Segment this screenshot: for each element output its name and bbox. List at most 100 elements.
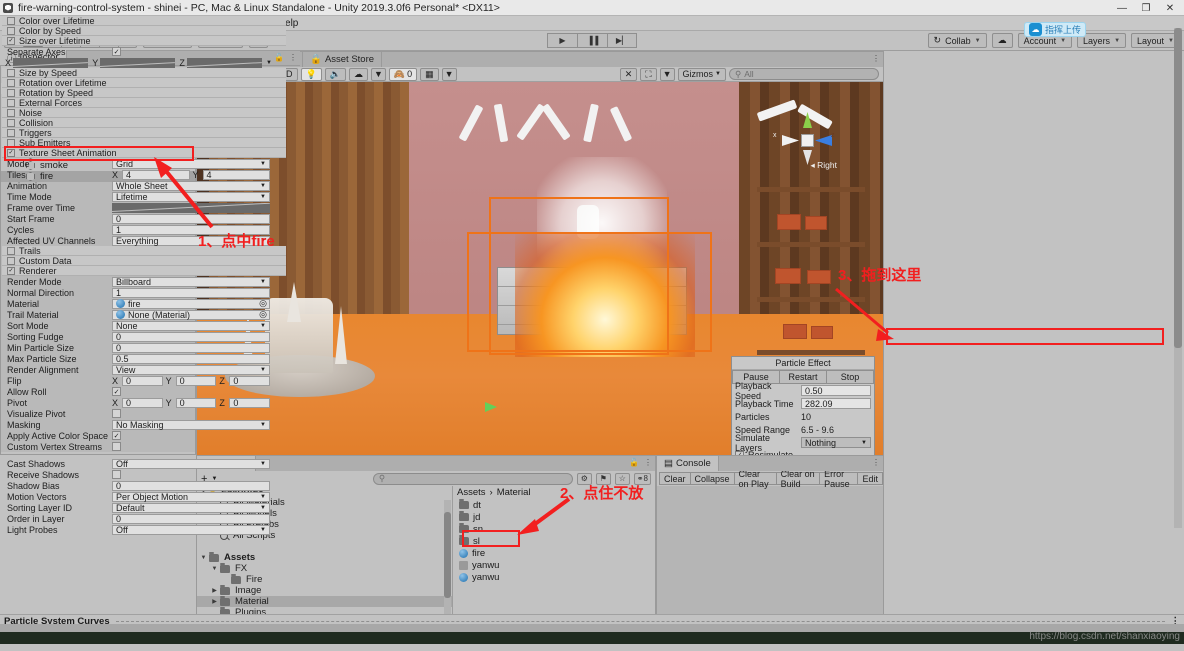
console-clear-on-build-button[interactable]: Clear on Build [776, 472, 820, 485]
property-checkbox[interactable]: ✓ [112, 431, 121, 440]
expand-arrow-icon[interactable]: ▼ [200, 555, 207, 561]
object-picker-icon[interactable]: ◎ [259, 309, 269, 320]
module-rotation-over-lifetime[interactable]: Rotation over Lifetime [2, 78, 286, 88]
project-tree-item-fire[interactable]: Fire [197, 574, 452, 585]
checkbox[interactable] [7, 99, 15, 107]
scene-component-tools-icon[interactable]: ✕ [620, 68, 638, 81]
property-dropdown[interactable]: Default▼ [112, 503, 270, 513]
axis-input-y[interactable]: 0 [176, 376, 217, 386]
expand-arrow-icon[interactable]: ▼ [211, 566, 218, 572]
separate-axes-checkbox[interactable]: ✓ [112, 47, 121, 56]
checkbox[interactable] [7, 139, 15, 147]
more-options-icon[interactable]: ⋮ [872, 458, 880, 467]
property-object-field[interactable]: fire◎ [112, 299, 270, 309]
scene-lighting-icon[interactable]: 💡 [301, 68, 322, 81]
axis-input-z[interactable]: 0 [229, 376, 270, 386]
chevron-down-icon[interactable]: ▼ [266, 60, 272, 66]
property-dropdown[interactable]: Off▼ [112, 536, 270, 537]
axis-input-z[interactable]: 0 [229, 398, 270, 408]
asset-item-jd[interactable]: jd [453, 511, 655, 523]
module-sub-emitters[interactable]: Sub Emitters [2, 138, 286, 148]
module-color-over-lifetime[interactable]: Color over Lifetime [2, 16, 286, 26]
checkbox[interactable] [7, 17, 15, 25]
gizmos-button[interactable]: Gizmos ▼ [678, 68, 726, 81]
filter-label-icon[interactable]: ⚑ [596, 473, 611, 485]
property-curve[interactable] [112, 203, 270, 213]
scene-grid-visibility-icon[interactable]: ▦ [420, 68, 439, 81]
property-checkbox[interactable] [112, 409, 121, 418]
scene-viewport[interactable]: z x ◂ Right Particle Effect Pause Restar… [197, 82, 883, 470]
property-input[interactable]: 1 [112, 225, 270, 235]
asset-item-sn[interactable]: sn [453, 523, 655, 535]
module-triggers[interactable]: Triggers [2, 128, 286, 138]
console-clear-on-play-button[interactable]: Clear on Play [734, 472, 776, 485]
checkbox[interactable] [7, 109, 15, 117]
property-input[interactable]: 0 [112, 514, 270, 524]
checkbox[interactable] [7, 79, 15, 87]
checkbox[interactable]: ✓ [7, 267, 15, 275]
checkbox[interactable] [7, 119, 15, 127]
module-noise[interactable]: Noise [2, 108, 286, 118]
checkbox[interactable] [7, 27, 15, 35]
curve-z[interactable] [187, 58, 262, 68]
scrollbar-thumb[interactable] [444, 512, 451, 598]
inspector-content[interactable]: Color over LifetimeColor by Speed✓Size o… [2, 16, 286, 536]
property-dropdown[interactable]: None▼ [112, 321, 270, 331]
pause-button[interactable]: ▐▐ [577, 33, 607, 48]
module-rotation-by-speed[interactable]: Rotation by Speed [2, 88, 286, 98]
project-tree-item-blank[interactable] [197, 541, 452, 552]
module-trails[interactable]: Trails [2, 246, 286, 256]
scene-fx-dropdown[interactable]: ▼ [371, 68, 386, 81]
property-dropdown[interactable]: Grid▼ [112, 159, 270, 169]
property-dropdown[interactable]: View▼ [112, 365, 270, 375]
checkbox[interactable]: ✓ [7, 149, 15, 157]
step-button[interactable]: ▶▏ [607, 33, 637, 48]
expand-arrow-icon[interactable]: ▶ [211, 587, 218, 594]
asset-item-sl[interactable]: sl [453, 535, 655, 547]
more-options-icon[interactable]: ⋮ [289, 53, 297, 62]
project-tree-item-assets[interactable]: ▼Assets [197, 552, 452, 563]
checkbox[interactable] [7, 89, 15, 97]
console-clear-button[interactable]: Clear [659, 472, 690, 485]
breadcrumb-assets[interactable]: Assets [457, 487, 486, 498]
property-dropdown[interactable]: Billboard▼ [112, 277, 270, 287]
particle-row-dropdown[interactable]: Nothing▼ [801, 437, 871, 448]
axis-input-x[interactable]: 0 [122, 376, 163, 386]
scene-grid-dropdown[interactable]: ▼ [442, 68, 457, 81]
property-object-field[interactable]: None (Material)◎ [112, 310, 270, 320]
axis-input-x[interactable]: 0 [122, 398, 163, 408]
property-input[interactable]: 0 [112, 343, 270, 353]
property-dropdown[interactable]: Off▼ [112, 525, 270, 535]
property-checkbox[interactable]: ✓ [112, 387, 121, 396]
expand-arrow-icon[interactable]: ▶ [211, 598, 218, 605]
lock-icon[interactable]: 🔓 [629, 458, 639, 467]
asset-item-dt[interactable]: dt [453, 499, 655, 511]
collab-button[interactable]: ↻ Collab ▼ [928, 33, 987, 48]
module-renderer[interactable]: ✓Renderer [2, 266, 286, 276]
checkbox[interactable] [7, 69, 15, 77]
console-edit-button[interactable]: Edit [857, 472, 883, 485]
property-dropdown[interactable]: Everything▼ [112, 236, 270, 246]
axis-input-y[interactable]: 4 [203, 170, 271, 180]
tab-asset-store[interactable]: 🔒 Asset Store [303, 52, 382, 67]
property-dropdown[interactable]: Per Object Motion▼ [112, 492, 270, 502]
curve-y[interactable] [100, 58, 175, 68]
inspector-scrollbar[interactable] [1174, 28, 1182, 528]
more-options-icon[interactable]: ⋮ [872, 54, 880, 63]
project-tree-item-fx[interactable]: ▼FX [197, 563, 452, 574]
project-tree-item-material[interactable]: ▶Material [197, 596, 452, 607]
checkbox[interactable] [7, 257, 15, 265]
checkbox[interactable]: ✓ [7, 37, 15, 45]
scene-fx-icon[interactable]: ☁ [349, 68, 368, 81]
checkbox[interactable] [7, 129, 15, 137]
filter-type-icon[interactable]: ⚙ [577, 473, 592, 485]
module-texture-sheet-animation[interactable]: ✓Texture Sheet Animation [2, 148, 286, 158]
object-picker-icon[interactable]: ◎ [259, 298, 269, 309]
scene-camera-dropdown[interactable]: ▼ [660, 68, 675, 81]
module-external-forces[interactable]: External Forces [2, 98, 286, 108]
breadcrumb-material[interactable]: Material [497, 487, 531, 498]
tab-console[interactable]: ▤ Console [657, 456, 719, 471]
property-dropdown[interactable]: No Masking▼ [112, 420, 270, 430]
property-input[interactable]: 1 [112, 288, 270, 298]
asset-item-yanwu[interactable]: yanwu [453, 559, 655, 571]
